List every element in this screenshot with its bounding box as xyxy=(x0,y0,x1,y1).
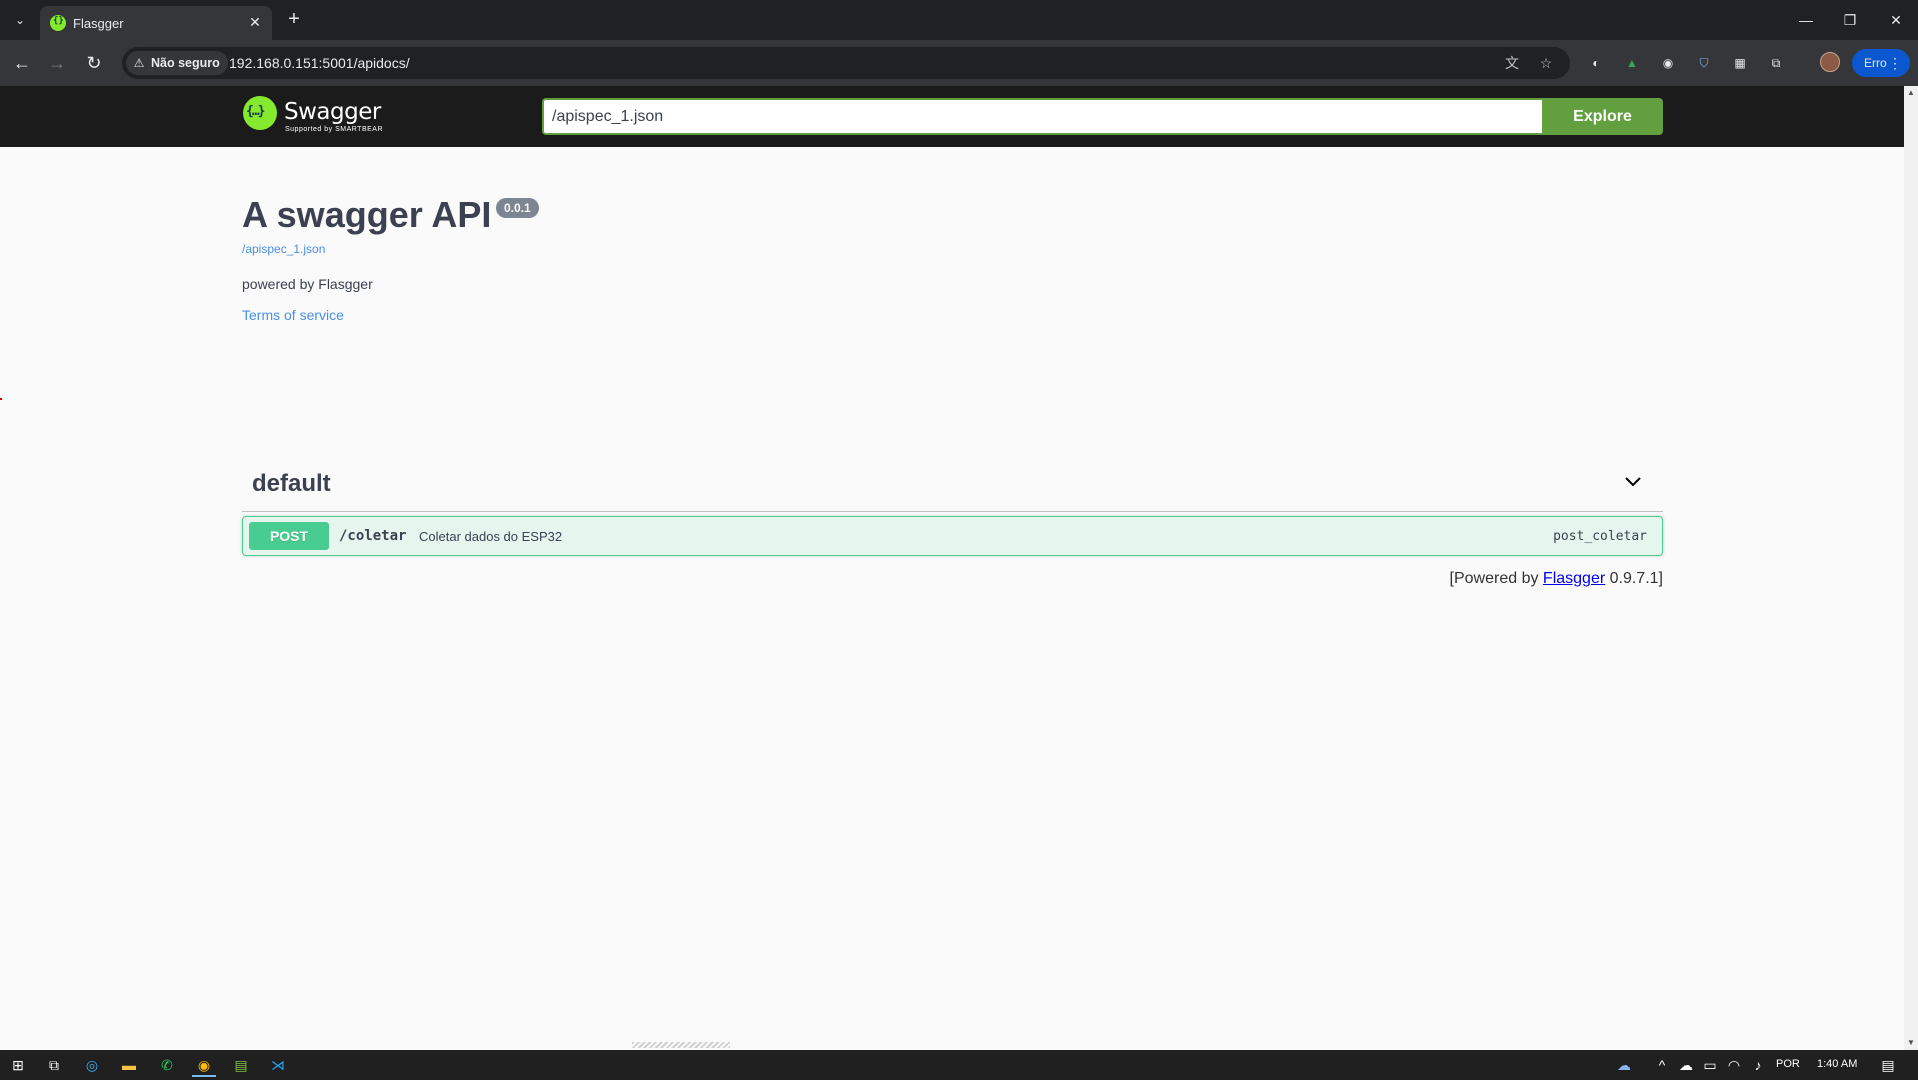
translate-icon[interactable]: 文 xyxy=(1502,53,1522,73)
footer-prefix: [Powered by xyxy=(1449,570,1543,587)
error-chip-label: Erro xyxy=(1864,56,1887,70)
windows-start-icon[interactable]: ⊞ xyxy=(6,1053,30,1077)
restore-icon[interactable]: ❐ xyxy=(1836,8,1864,32)
swagger-logo[interactable]: Swagger Supported by SMARTBEAR xyxy=(243,96,393,136)
vscode-icon[interactable]: ⋊ xyxy=(266,1053,290,1077)
minimize-icon[interactable]: — xyxy=(1792,8,1820,32)
tag-section-default[interactable]: default xyxy=(242,456,1663,512)
operation-path: /coletar xyxy=(339,528,407,544)
api-description: powered by Flasgger xyxy=(242,276,373,292)
swagger-brand: Swagger xyxy=(284,99,381,125)
forward-arrow-icon[interactable]: → xyxy=(45,51,69,75)
window-close-icon[interactable]: ✕ xyxy=(1882,8,1910,32)
browser-tab[interactable]: Flasgger ✕ xyxy=(40,6,272,40)
method-badge: POST xyxy=(249,522,329,550)
scroll-up-arrow-icon[interactable]: ▲ xyxy=(1904,86,1918,100)
spec-url-input[interactable] xyxy=(542,98,1542,135)
menu-dots-icon: ⋮ xyxy=(1888,55,1902,71)
reload-icon[interactable]: ↻ xyxy=(82,51,106,75)
version-badge: 0.0.1 xyxy=(496,198,539,218)
footer-suffix: 0.9.7.1] xyxy=(1605,570,1663,587)
warning-icon: ⚠ xyxy=(133,56,145,70)
operation-id: post_coletar xyxy=(1553,529,1647,544)
page-scrollbar[interactable]: ▲ ▼ xyxy=(1904,86,1918,1050)
cloud-icon[interactable]: ☁ xyxy=(1674,1053,1698,1077)
swagger-logo-icon xyxy=(243,96,277,130)
close-tab-icon[interactable]: ✕ xyxy=(246,13,264,31)
extension-icon[interactable]: ▲ xyxy=(1621,52,1643,74)
security-label: Não seguro xyxy=(151,56,220,70)
api-title: A swagger API xyxy=(242,194,492,235)
stray-marker xyxy=(0,398,2,400)
file-explorer-icon[interactable]: ▬ xyxy=(117,1053,141,1077)
explore-button[interactable]: Explore xyxy=(1542,98,1663,135)
security-indicator[interactable]: ⚠ Não seguro xyxy=(126,51,228,75)
tab-title: Flasgger xyxy=(73,16,124,31)
error-chip[interactable]: Erro ⋮ xyxy=(1852,49,1910,77)
shield-icon[interactable]: ⛉ xyxy=(1693,52,1715,74)
volume-icon[interactable]: ♪ xyxy=(1746,1053,1770,1077)
battery-icon[interactable]: ▭ xyxy=(1698,1053,1722,1077)
url-text[interactable]: 192.168.0.151:5001/apidocs/ xyxy=(229,55,410,71)
resize-grip[interactable] xyxy=(632,1042,730,1048)
task-view-icon[interactable]: ⧉ xyxy=(42,1053,66,1077)
language-indicator[interactable]: POR xyxy=(1776,1058,1800,1070)
clock[interactable]: 1:40 AM xyxy=(1817,1058,1857,1070)
terms-of-service-link[interactable]: Terms of service xyxy=(242,307,344,323)
edge-icon[interactable]: ◎ xyxy=(80,1053,104,1077)
whatsapp-icon[interactable]: ✆ xyxy=(155,1053,179,1077)
chevron-down-icon[interactable] xyxy=(1623,472,1643,492)
bookmark-star-icon[interactable]: ☆ xyxy=(1536,53,1556,73)
swagger-topbar: Swagger Supported by SMARTBEAR Explore xyxy=(0,86,1904,147)
profile-avatar[interactable] xyxy=(1820,52,1840,72)
extension-icon[interactable]: ◐ xyxy=(1585,52,1607,74)
page-viewport: Swagger Supported by SMARTBEAR Explore A… xyxy=(0,86,1904,1050)
browser-toolbar: ← → ↻ ⚠ Não seguro 192.168.0.151:5001/ap… xyxy=(0,40,1918,86)
operation-summary: Coletar dados do ESP32 xyxy=(419,529,563,544)
powered-by-footer: [Powered by Flasgger 0.9.7.1] xyxy=(1450,570,1663,588)
tag-name: default xyxy=(252,470,331,497)
camera-icon[interactable]: ◉ xyxy=(1657,52,1679,74)
notifications-icon[interactable]: ▤ xyxy=(1876,1053,1900,1077)
new-tab-icon[interactable]: + xyxy=(282,8,306,32)
swagger-brand-sub: Supported by SMARTBEAR xyxy=(285,126,384,133)
tray-chevron-up-icon[interactable]: ^ xyxy=(1650,1053,1674,1077)
spec-link[interactable]: /apispec_1.json xyxy=(242,242,325,256)
address-bar[interactable]: ⚠ Não seguro 192.168.0.151:5001/apidocs/… xyxy=(122,47,1570,79)
scroll-down-arrow-icon[interactable]: ▼ xyxy=(1904,1036,1918,1050)
back-arrow-icon[interactable]: ← xyxy=(10,51,34,75)
os-taskbar: ⊞ ⧉ ◎ ▬ ✆ ◉ ▤ ⋊ ☁ ^ ☁ ▭ ◠ ♪ POR 1:40 AM … xyxy=(0,1050,1918,1080)
wifi-icon[interactable]: ◠ xyxy=(1722,1053,1746,1077)
swagger-favicon-icon xyxy=(50,15,66,31)
puzzle-extensions-icon[interactable]: ⧉ xyxy=(1765,52,1787,74)
chrome-icon[interactable]: ◉ xyxy=(192,1053,216,1077)
flasgger-link[interactable]: Flasgger xyxy=(1543,570,1605,587)
tab-search-icon[interactable]: ⌄ xyxy=(8,8,32,32)
browser-tab-bar: ⌄ Flasgger ✕ + — ❐ ✕ xyxy=(0,0,1918,40)
qr-code-icon[interactable]: ▦ xyxy=(1729,52,1751,74)
onedrive-icon[interactable]: ☁ xyxy=(1612,1053,1636,1077)
notepad-icon[interactable]: ▤ xyxy=(229,1053,253,1077)
operation-post-coletar[interactable]: POST /coletar Coletar dados do ESP32 pos… xyxy=(242,516,1663,556)
